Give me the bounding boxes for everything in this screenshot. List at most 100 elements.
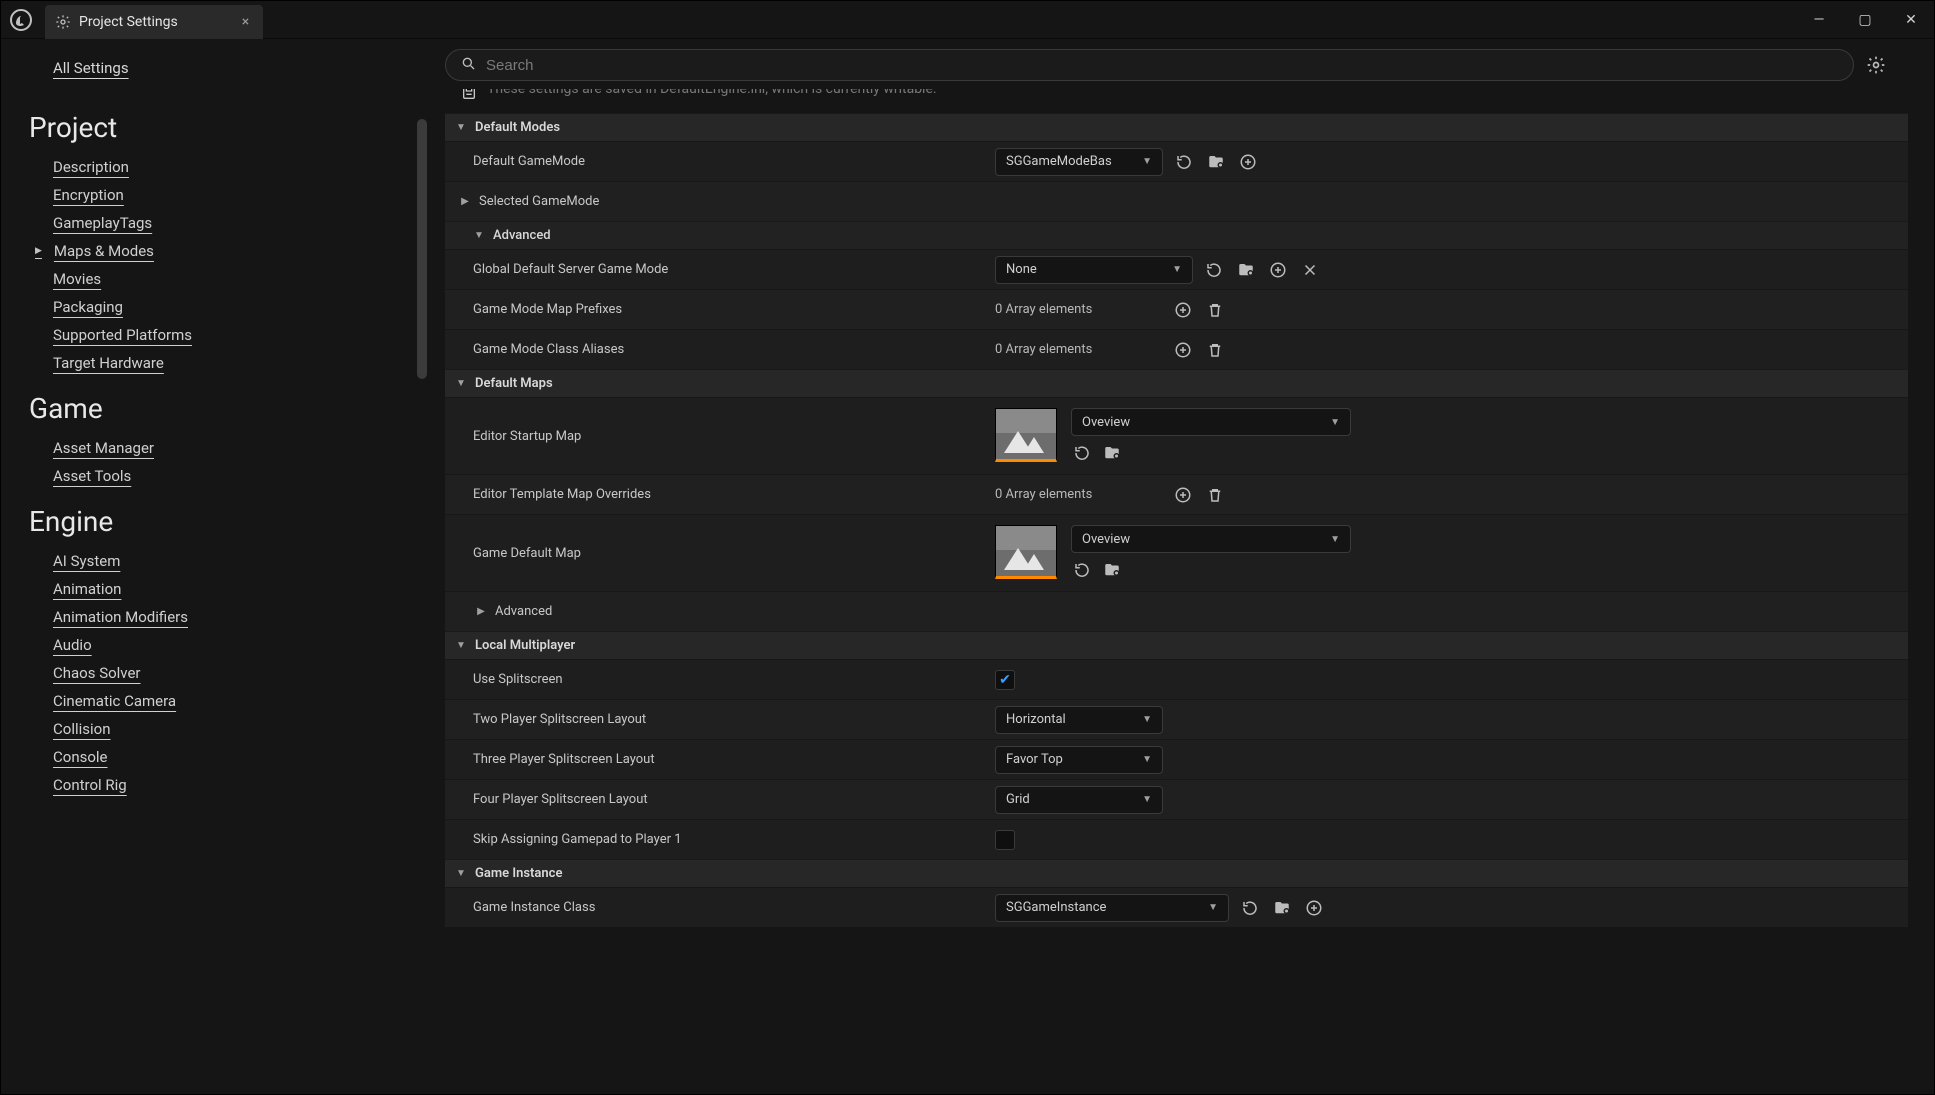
search-row [431, 39, 1934, 89]
chevron-down-icon: ▼ [1172, 264, 1182, 275]
browse-icon[interactable] [1101, 559, 1123, 581]
row-game-default-map: Game Default Map Oveview ▼ [445, 514, 1908, 591]
sidebar-item-gameplaytags[interactable]: GameplayTags [29, 210, 421, 236]
browse-icon[interactable] [1235, 259, 1257, 281]
sidebar-item-chaos-solver[interactable]: Chaos Solver [29, 660, 421, 686]
row-use-splitscreen: Use Splitscreen ✔ [445, 659, 1908, 699]
default-gamemode-dropdown[interactable]: SGGameModeBas ▼ [995, 148, 1163, 176]
section-default-modes[interactable]: ▼ Default Modes [445, 113, 1908, 141]
browse-icon[interactable] [1271, 897, 1293, 919]
dropdown-value: Oveview [1082, 532, 1130, 547]
prop-label-text: Advanced [495, 604, 552, 619]
sidebar-item-ai-system[interactable]: AI System [29, 548, 421, 574]
clear-icon[interactable] [1299, 259, 1321, 281]
two-player-layout-dropdown[interactable]: Horizontal ▼ [995, 706, 1163, 734]
map-asset-block: Oveview ▼ [995, 408, 1351, 464]
dropdown-value: Horizontal [1006, 712, 1066, 727]
sidebar-item-target-hardware[interactable]: Target Hardware [29, 350, 421, 376]
row-selected-gamemode[interactable]: ▶ Selected GameMode [445, 181, 1908, 221]
map-thumbnail[interactable] [995, 408, 1057, 462]
section-title: Default Maps [475, 376, 553, 391]
section-title: Game Instance [475, 866, 562, 881]
sidebar-item-animation-modifiers[interactable]: Animation Modifiers [29, 604, 421, 630]
section-game-instance[interactable]: ▼ Game Instance [445, 859, 1908, 887]
sidebar-scrollbar[interactable] [417, 119, 427, 379]
map-thumbnail[interactable] [995, 525, 1057, 579]
reset-icon[interactable] [1071, 559, 1093, 581]
search-input[interactable] [486, 57, 1839, 74]
gear-icon [55, 14, 71, 30]
subsection-advanced-modes[interactable]: ▼ Advanced [445, 221, 1908, 249]
maximize-button[interactable]: ▢ [1842, 1, 1888, 38]
row-four-player-layout: Four Player Splitscreen Layout Grid ▼ [445, 779, 1908, 819]
close-icon[interactable]: × [242, 14, 249, 30]
dropdown-value: Grid [1006, 792, 1030, 807]
chevron-down-icon: ▼ [1142, 156, 1152, 167]
search-input-wrapper[interactable] [445, 49, 1854, 81]
sidebar-item-control-rig[interactable]: Control Rig [29, 772, 421, 798]
browse-icon[interactable] [1205, 151, 1227, 173]
add-icon[interactable] [1303, 897, 1325, 919]
reset-icon[interactable] [1071, 442, 1093, 464]
skip-gamepad-checkbox[interactable] [995, 830, 1015, 850]
row-editor-template-map-overrides: Editor Template Map Overrides 0 Array el… [445, 474, 1908, 514]
sidebar-item-asset-manager[interactable]: Asset Manager [29, 435, 421, 461]
three-player-layout-dropdown[interactable]: Favor Top ▼ [995, 746, 1163, 774]
view-options-gear-icon[interactable] [1866, 55, 1886, 75]
sidebar-item-collision[interactable]: Collision [29, 716, 421, 742]
settings-scroll-area: These settings are saved in DefaultEngin… [445, 89, 1908, 1094]
sidebar-item-encryption[interactable]: Encryption [29, 182, 421, 208]
delete-icon[interactable] [1204, 484, 1226, 506]
sidebar-item-packaging[interactable]: Packaging [29, 294, 421, 320]
chevron-right-icon: ▶ [475, 606, 487, 617]
delete-icon[interactable] [1204, 339, 1226, 361]
add-icon[interactable] [1237, 151, 1259, 173]
section-default-maps[interactable]: ▼ Default Maps [445, 369, 1908, 397]
reset-icon[interactable] [1203, 259, 1225, 281]
sidebar-item-console[interactable]: Console [29, 744, 421, 770]
browse-icon[interactable] [1101, 442, 1123, 464]
section-local-multiplayer[interactable]: ▼ Local Multiplayer [445, 631, 1908, 659]
editor-startup-map-dropdown[interactable]: Oveview ▼ [1071, 408, 1351, 436]
four-player-layout-dropdown[interactable]: Grid ▼ [995, 786, 1163, 814]
chevron-down-icon: ▼ [1330, 417, 1340, 428]
sidebar-item-animation[interactable]: Animation [29, 576, 421, 602]
sidebar-item-supported-platforms[interactable]: Supported Platforms [29, 322, 421, 348]
delete-icon[interactable] [1204, 299, 1226, 321]
sidebar-group-title: Game [29, 392, 421, 425]
reset-icon[interactable] [1173, 151, 1195, 173]
prop-value: 0 Array elements [985, 295, 1908, 325]
add-icon[interactable] [1267, 259, 1289, 281]
prop-value: Favor Top ▼ [985, 742, 1908, 778]
settings-main: These settings are saved in DefaultEngin… [431, 39, 1934, 1094]
sidebar-item-asset-tools[interactable]: Asset Tools [29, 463, 421, 489]
tab-project-settings[interactable]: Project Settings × [45, 5, 263, 39]
add-icon[interactable] [1172, 484, 1194, 506]
game-instance-class-dropdown[interactable]: SGGameInstance ▼ [995, 894, 1229, 922]
row-three-player-layout: Three Player Splitscreen Layout Favor To… [445, 739, 1908, 779]
dropdown-value: Oveview [1082, 415, 1130, 430]
sidebar-item-maps-modes[interactable]: Maps & Modes [29, 238, 421, 264]
add-icon[interactable] [1172, 339, 1194, 361]
chevron-down-icon: ▼ [455, 640, 467, 651]
close-button[interactable]: ✕ [1888, 1, 1934, 38]
sidebar-item-movies[interactable]: Movies [29, 266, 421, 292]
use-splitscreen-checkbox[interactable]: ✔ [995, 670, 1015, 690]
row-global-server-gamemode: Global Default Server Game Mode None ▼ [445, 249, 1908, 289]
global-server-gamemode-dropdown[interactable]: None ▼ [995, 256, 1193, 284]
sidebar-item-description[interactable]: Description [29, 154, 421, 180]
row-editor-startup-map: Editor Startup Map Oveview ▼ [445, 397, 1908, 474]
add-icon[interactable] [1172, 299, 1194, 321]
row-advanced-maps[interactable]: ▶ Advanced [445, 591, 1908, 631]
prop-value: SGGameInstance ▼ [985, 890, 1908, 926]
game-default-map-dropdown[interactable]: Oveview ▼ [1071, 525, 1351, 553]
minimize-button[interactable]: — [1796, 1, 1842, 38]
prop-label: ▶ Selected GameMode [445, 186, 985, 217]
titlebar: Project Settings × — ▢ ✕ [1, 1, 1934, 39]
subsection-title: Advanced [493, 228, 551, 243]
sidebar-item-audio[interactable]: Audio [29, 632, 421, 658]
sidebar-item-cinematic-camera[interactable]: Cinematic Camera [29, 688, 421, 714]
writable-banner: These settings are saved in DefaultEngin… [445, 89, 1908, 113]
reset-icon[interactable] [1239, 897, 1261, 919]
all-settings-link[interactable]: All Settings [53, 59, 129, 77]
